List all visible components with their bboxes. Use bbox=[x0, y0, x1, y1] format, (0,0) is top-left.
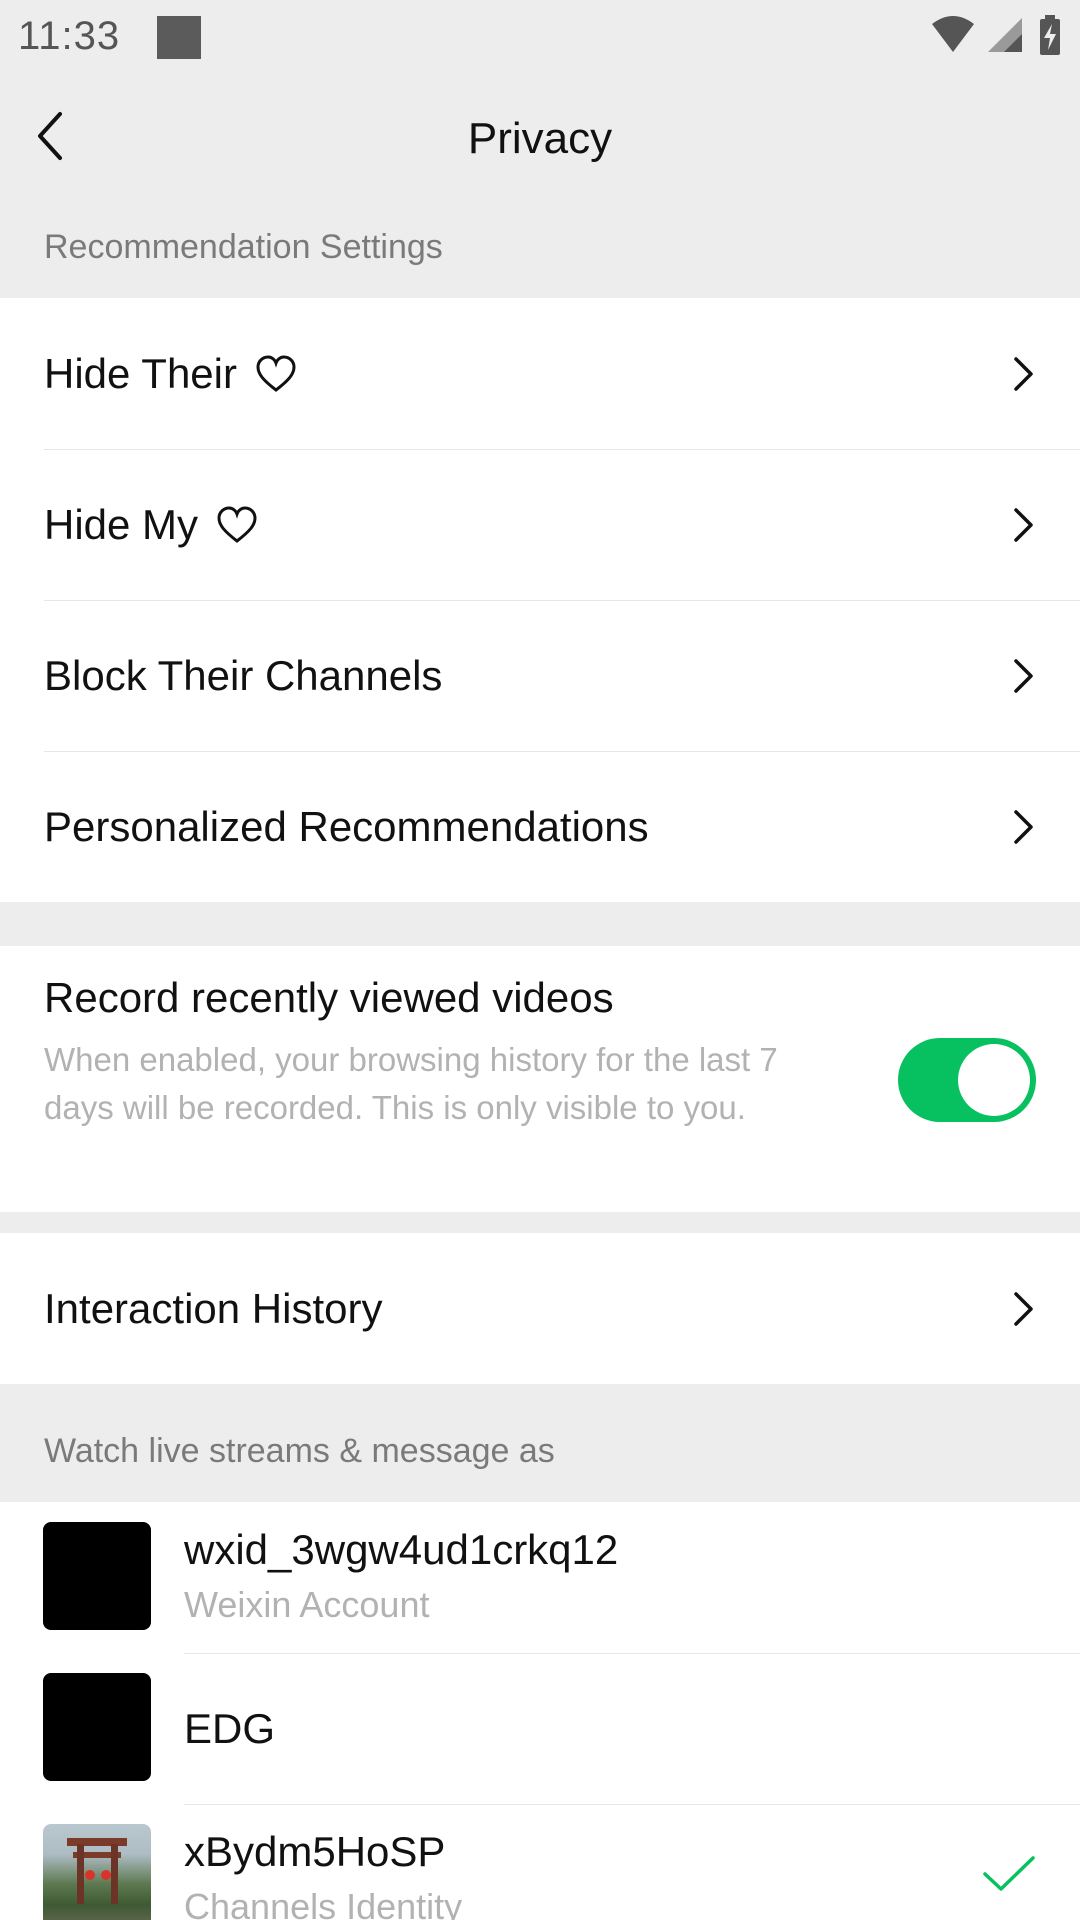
identity-list: wxid_3wgw4ud1crkq12 Weixin Account EDG x… bbox=[0, 1502, 1080, 1920]
account-subtitle: Channels Identity bbox=[184, 1886, 463, 1920]
avatar bbox=[43, 1673, 151, 1781]
section-header-live: Watch live streams & message as bbox=[44, 1432, 555, 1470]
personalized-recommendations-row[interactable]: Personalized Recommendations bbox=[0, 751, 1080, 902]
interaction-history-row[interactable]: Interaction History bbox=[0, 1233, 1080, 1384]
account-row-edg[interactable]: EDG bbox=[0, 1653, 1080, 1804]
toggle-knob bbox=[958, 1044, 1030, 1116]
avatar bbox=[43, 1522, 151, 1630]
chevron-right-icon bbox=[1014, 809, 1033, 844]
record-history-row: Record recently viewed videos When enabl… bbox=[0, 946, 1080, 1212]
record-history-title: Record recently viewed videos bbox=[44, 974, 614, 1021]
status-icons bbox=[916, 14, 1066, 60]
hide-my-label: Hide My bbox=[44, 500, 199, 548]
recommendation-settings-group: Hide Their Hide My Block Their Channels … bbox=[0, 298, 1080, 902]
chevron-right-icon bbox=[1014, 507, 1033, 542]
navigation-bar: Privacy bbox=[0, 76, 1080, 204]
interaction-history-group: Interaction History bbox=[0, 1233, 1080, 1384]
checkmark-icon bbox=[983, 1856, 1035, 1891]
chevron-right-icon bbox=[1014, 356, 1033, 391]
heart-outline-icon bbox=[217, 505, 257, 543]
hide-their-label: Hide Their bbox=[44, 349, 237, 397]
avatar bbox=[43, 1824, 151, 1920]
account-name: wxid_3wgw4ud1crkq12 bbox=[184, 1526, 619, 1573]
account-subtitle: Weixin Account bbox=[184, 1584, 430, 1625]
notification-icon bbox=[157, 16, 201, 59]
cell-signal-icon bbox=[988, 18, 1022, 52]
interaction-history-label: Interaction History bbox=[44, 1284, 383, 1332]
section-header-recommendation: Recommendation Settings bbox=[44, 228, 443, 266]
status-bar: 11:33 bbox=[0, 0, 1080, 76]
battery-charging-icon bbox=[1040, 15, 1060, 55]
wifi-icon bbox=[932, 16, 974, 52]
account-name: xBydm5HoSP bbox=[184, 1828, 446, 1875]
chevron-right-icon bbox=[1014, 1291, 1033, 1326]
heart-outline-icon bbox=[256, 354, 296, 392]
chevron-right-icon bbox=[1014, 658, 1033, 693]
record-history-group: Record recently viewed videos When enabl… bbox=[0, 946, 1080, 1212]
hide-their-row[interactable]: Hide Their bbox=[0, 298, 1080, 449]
status-time: 11:33 bbox=[18, 14, 121, 58]
account-row-channels[interactable]: xBydm5HoSP Channels Identity bbox=[0, 1804, 1080, 1920]
account-name: EDG bbox=[184, 1705, 276, 1752]
personalized-recommendations-label: Personalized Recommendations bbox=[44, 802, 649, 850]
hide-my-row[interactable]: Hide My bbox=[0, 449, 1080, 600]
record-history-description: When enabled, your browsing history for … bbox=[44, 1041, 778, 1126]
record-history-toggle[interactable] bbox=[898, 1038, 1036, 1122]
block-their-channels-label: Block Their Channels bbox=[44, 651, 443, 699]
block-their-channels-row[interactable]: Block Their Channels bbox=[0, 600, 1080, 751]
account-row-weixin[interactable]: wxid_3wgw4ud1crkq12 Weixin Account bbox=[0, 1502, 1080, 1653]
page-title: Privacy bbox=[467, 114, 613, 163]
